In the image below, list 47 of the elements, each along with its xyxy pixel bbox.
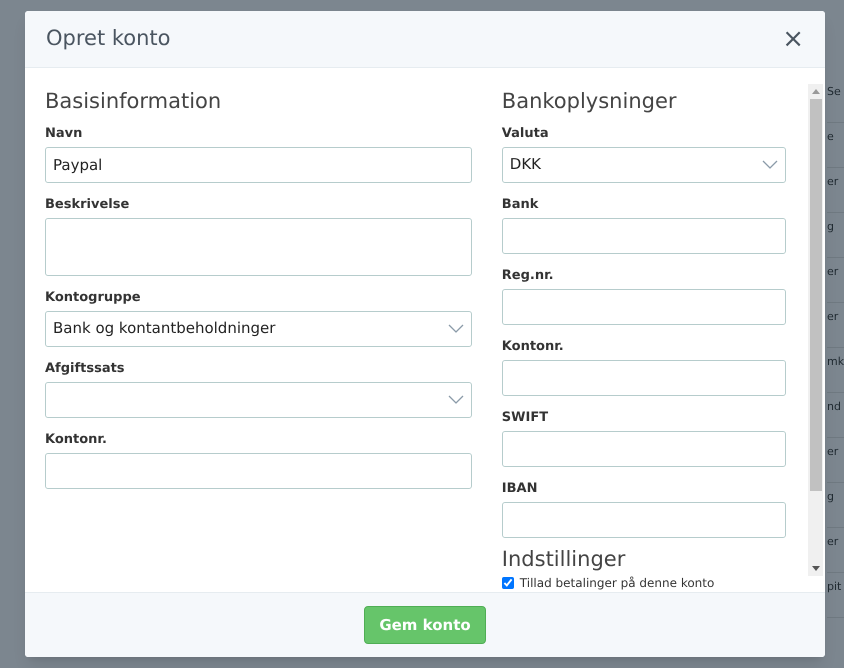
background-text: er — [827, 265, 838, 278]
dialog-title: Opret konto — [46, 25, 172, 52]
field-label: Kontogruppe — [45, 290, 142, 306]
input-field[interactable] — [502, 430, 786, 466]
background-text: Se — [827, 85, 841, 98]
background-text: nd — [827, 400, 841, 413]
input-field[interactable] — [502, 360, 786, 396]
field-label: Reg.nr. — [502, 268, 555, 284]
field-label: Navn — [45, 126, 84, 142]
select-field[interactable]: DKK — [502, 146, 786, 182]
scrollbar-thumb[interactable] — [810, 99, 822, 491]
checkbox-label: Tillad betalinger på denne konto — [520, 574, 714, 592]
field-label: SWIFT — [502, 410, 550, 426]
background-text: g — [827, 220, 834, 233]
section-heading: Indstillinger — [502, 546, 626, 572]
field-label: Afgiftssats — [45, 360, 126, 376]
input-field[interactable] — [45, 452, 472, 488]
background-text: mk — [827, 355, 844, 368]
input-field[interactable] — [502, 218, 786, 254]
background-text: pit — [827, 580, 842, 593]
chevron-down-icon — [762, 160, 778, 169]
field-label: Kontonr. — [45, 432, 108, 448]
background-text: g — [827, 490, 834, 503]
description-field[interactable] — [45, 218, 472, 276]
chevron-down-icon — [448, 324, 464, 333]
background-text: er — [827, 175, 838, 188]
background-text: er — [827, 445, 838, 458]
input-field[interactable] — [502, 288, 786, 324]
field-label: Valuta — [502, 126, 550, 142]
chevron-down-icon — [448, 395, 464, 404]
field-label: Kontonr. — [502, 338, 565, 354]
section-heading: Basisinformation — [45, 88, 222, 115]
close-button[interactable]: × — [782, 26, 804, 52]
field-label: IBAN — [502, 480, 538, 496]
input-field[interactable]: Paypal — [45, 146, 472, 182]
select-field[interactable]: Bank og kontantbeholdninger — [45, 310, 472, 346]
select-field[interactable] — [45, 382, 472, 418]
field-label: Bank — [502, 196, 540, 212]
scroll-down-icon — [812, 566, 820, 571]
section-heading: Bankoplysninger — [502, 88, 678, 115]
checkbox[interactable] — [502, 576, 514, 588]
field-label: Beskrivelse — [45, 196, 130, 212]
background-text: e — [827, 130, 834, 143]
background-text: er — [827, 535, 838, 548]
background-text: er — [827, 310, 838, 323]
scroll-up-icon — [812, 89, 820, 94]
input-field[interactable] — [502, 502, 786, 538]
